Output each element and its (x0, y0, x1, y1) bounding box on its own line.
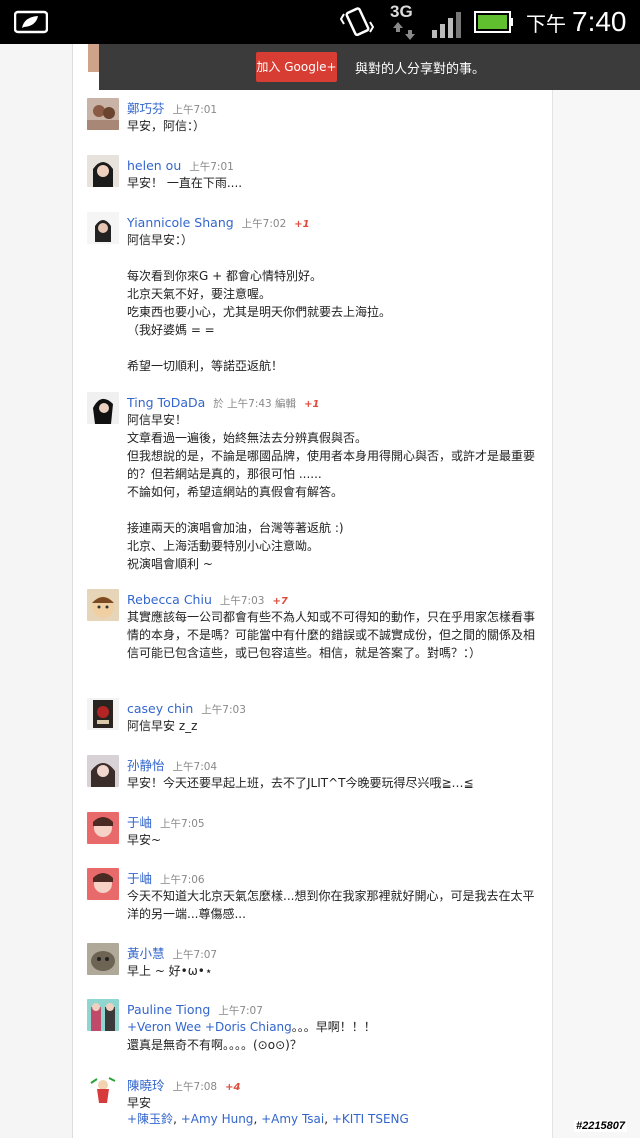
plus-one-count[interactable]: +1 (294, 219, 309, 230)
comment-time[interactable]: 上午7:02 (242, 218, 287, 230)
battery-icon (474, 11, 513, 33)
comment-author[interactable]: 黃小慧 (127, 946, 165, 961)
avatar[interactable] (87, 755, 119, 787)
comment-time[interactable]: 上午7:03 (220, 595, 265, 607)
comment-time[interactable]: 上午7:06 (160, 874, 205, 886)
comment-time[interactable]: 上午7:07 (173, 949, 218, 961)
mention-link[interactable]: +Doris Chiang (205, 1020, 292, 1034)
comment-text: 。。。早啊！！！ (291, 1020, 376, 1034)
comment-time[interactable]: 上午7:01 (189, 161, 234, 173)
avatar[interactable] (87, 212, 119, 244)
clock: 下午 7:40 (526, 6, 627, 38)
comment-author[interactable]: casey chin (127, 701, 193, 716)
plus-one-count[interactable]: +1 (304, 399, 319, 410)
comment-body: 早上 ~ 好•ω•⋆ (127, 964, 213, 978)
comment-body: 早安！今天还要早起上班，去不了JLIT^T今晚要玩得尽兴哦≧…≦ (127, 776, 474, 790)
gplus-join-banner: 加入 Google+ 與對的人分享對的事。 (99, 44, 640, 90)
comment-body: 阿信早安！ 文章看過一遍後，始終無法去分辨真假與否。 但我想說的是，不論是哪國品… (127, 413, 536, 571)
network-type: 3G (390, 2, 413, 21)
comment-body: 早安！ 一直在下雨.... (127, 176, 243, 190)
plus-one-count[interactable]: +7 (272, 596, 287, 607)
comment-time[interactable]: 於 上午7:43 編輯 (213, 398, 296, 410)
comment-time[interactable]: 上午7:07 (218, 1005, 263, 1017)
avatar[interactable] (87, 698, 119, 730)
comment-body: 阿信早安：） 每次看到你來G + 都會心情特別好。 北京天氣不好，要注意喔。 吃… (127, 233, 392, 373)
comment-author[interactable]: 鄭巧芬 (127, 101, 165, 116)
avatar[interactable] (87, 943, 119, 975)
comment-time[interactable]: 上午7:03 (201, 704, 246, 716)
avatar[interactable] (87, 589, 119, 621)
avatar[interactable] (87, 812, 119, 844)
comment-body: 今天不知道大北京天氣怎麼樣...想到你在我家那裡就好開心，可是我去在太平洋的另一… (127, 889, 535, 921)
app-notification-icon (14, 10, 48, 34)
comment-body: 早安，阿信：） (127, 119, 206, 133)
avatar[interactable] (87, 98, 119, 130)
network-type-icon: 3G (388, 2, 422, 42)
comment-author[interactable]: 于岫 (127, 815, 152, 830)
status-bar: 3G 下午 7:40 (0, 0, 640, 44)
comment-time[interactable]: 上午7:04 (173, 761, 218, 773)
comment-author[interactable]: Pauline Tiong (127, 1002, 210, 1017)
comment-author[interactable]: Yiannicole Shang (127, 215, 234, 230)
clock-period: 下午 (526, 14, 566, 36)
comment-body-line-1: +Veron Wee +Doris Chiang。。。早啊！！！ (127, 1018, 537, 1036)
signal-icon (432, 12, 461, 38)
watermark: #2215807 (574, 1120, 627, 1132)
mention-link[interactable]: +KITI TSENG (332, 1112, 409, 1126)
comment-time[interactable]: 上午7:08 (173, 1081, 218, 1093)
avatar[interactable] (87, 1075, 119, 1107)
avatar[interactable] (87, 999, 119, 1031)
comment-author[interactable]: helen ou (127, 158, 181, 173)
comment-time[interactable]: 上午7:01 (173, 104, 218, 116)
comment-body: 還真是無奇不有啊。。。。(⊙o⊙)？ (127, 1038, 302, 1052)
mention-link[interactable]: +Amy Tsai (261, 1112, 324, 1126)
comment-author[interactable]: Ting ToDaDa (127, 395, 205, 410)
mention-link[interactable]: +Veron Wee (127, 1020, 201, 1034)
vibrate-icon (340, 7, 374, 37)
avatar[interactable] (87, 392, 119, 424)
banner-message: 與對的人分享對的事。 (355, 62, 486, 77)
plus-one-count[interactable]: +4 (225, 1082, 240, 1093)
comment-body: 其實應該每一公司都會有些不為人知或不可得知的動作，只在乎用家怎樣看事情的本身，不… (127, 610, 536, 660)
comment-author[interactable]: 孙静怡 (127, 758, 165, 773)
comment-body: 阿信早安 z_z (127, 719, 198, 733)
comment-body: 早安~ (127, 833, 162, 847)
left-margin (0, 44, 73, 1138)
avatar[interactable] (87, 155, 119, 187)
mention-list: +陳玉鈴, +Amy Hung, +Amy Tsai, +KITI TSENG (127, 1112, 409, 1126)
join-google-plus-button[interactable]: 加入 Google+ (256, 52, 337, 82)
mention-link[interactable]: +Amy Hung (181, 1112, 254, 1126)
comment-time[interactable]: 上午7:05 (160, 818, 205, 830)
comment-author[interactable]: 于岫 (127, 871, 152, 886)
comment-author[interactable]: 陳曉玲 (127, 1078, 165, 1093)
mention-link[interactable]: +陳玉鈴 (127, 1112, 173, 1126)
avatar[interactable] (87, 868, 119, 900)
right-margin (552, 44, 640, 1138)
clock-time: 7:40 (572, 6, 627, 37)
comment-author[interactable]: Rebecca Chiu (127, 592, 212, 607)
